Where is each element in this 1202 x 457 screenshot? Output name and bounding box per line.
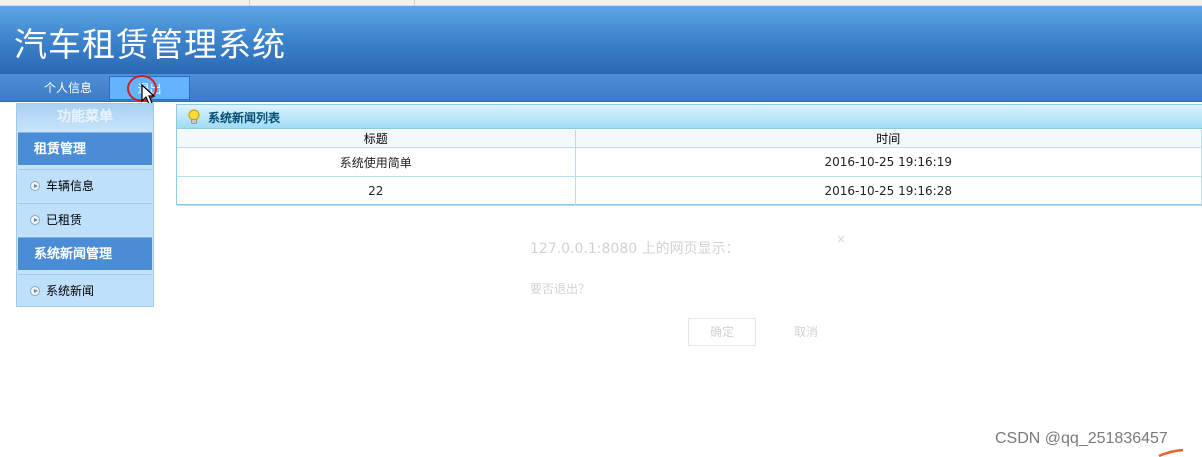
sidebar-item-rented[interactable]: 已租赁 <box>18 203 152 235</box>
cell-time: 2016-10-25 19:16:28 <box>575 176 1202 206</box>
sidebar-item-vehicles[interactable]: 车辆信息 <box>18 169 152 201</box>
news-list-panel: 系统新闻列表 标题 时间 系统使用简单 2016-10-25 19:16:19 … <box>176 104 1202 206</box>
sidebar-item-label: 已租赁 <box>46 213 83 227</box>
close-icon[interactable]: × <box>836 232 846 246</box>
sidebar-caption: 功能菜单 <box>17 104 153 132</box>
dialog-title: 127.0.0.1:8080 上的网页显示： <box>530 241 740 257</box>
column-header-title: 标题 <box>177 130 576 148</box>
circle-arrow-icon <box>30 181 40 191</box>
circle-arrow-icon <box>30 215 40 225</box>
app-title: 汽车租赁管理系统 <box>14 25 286 64</box>
panel-title: 系统新闻列表 <box>208 111 281 125</box>
sidebar-group-news[interactable]: 系统新闻管理 <box>18 237 152 270</box>
sidebar-group-rental[interactable]: 租赁管理 <box>18 132 152 165</box>
confirm-dialog: 127.0.0.1:8080 上的网页显示： × 要否退出？ 确定 取消 <box>512 220 862 360</box>
dialog-ok-button[interactable]: 确定 <box>688 318 756 346</box>
corner-stroke-mark <box>1158 449 1184 457</box>
app-header: 汽车租赁管理系统 <box>0 6 1202 74</box>
table-row[interactable]: 系统使用简单 2016-10-25 19:16:19 <box>177 147 1202 177</box>
column-header-time: 时间 <box>575 130 1202 148</box>
sidebar-item-label: 系统新闻 <box>46 284 95 298</box>
sidebar-item-label: 车辆信息 <box>46 179 95 193</box>
nav-profile-link[interactable]: 个人信息 <box>30 76 106 100</box>
cell-time: 2016-10-25 19:16:19 <box>575 147 1202 177</box>
circle-arrow-icon <box>30 286 40 296</box>
sidebar-item-news[interactable]: 系统新闻 <box>18 274 152 306</box>
lightbulb-icon <box>188 109 200 124</box>
top-nav-bar: 个人信息 退出 <box>0 74 1202 102</box>
table-row[interactable]: 22 2016-10-25 19:16:28 <box>177 176 1202 206</box>
news-table: 标题 时间 系统使用简单 2016-10-25 19:16:19 22 2016… <box>177 130 1202 206</box>
dialog-message: 要否退出？ <box>530 282 591 296</box>
dialog-cancel-button[interactable]: 取消 <box>772 318 840 346</box>
panel-header: 系统新闻列表 <box>177 105 1202 129</box>
cell-title[interactable]: 22 <box>177 176 576 206</box>
watermark-text: CSDN @qq_251836457 <box>995 430 1168 447</box>
sidebar-menu: 功能菜单 租赁管理 车辆信息 已租赁 系统新闻管理 系统新闻 <box>16 103 154 307</box>
cell-title[interactable]: 系统使用简单 <box>177 147 576 177</box>
